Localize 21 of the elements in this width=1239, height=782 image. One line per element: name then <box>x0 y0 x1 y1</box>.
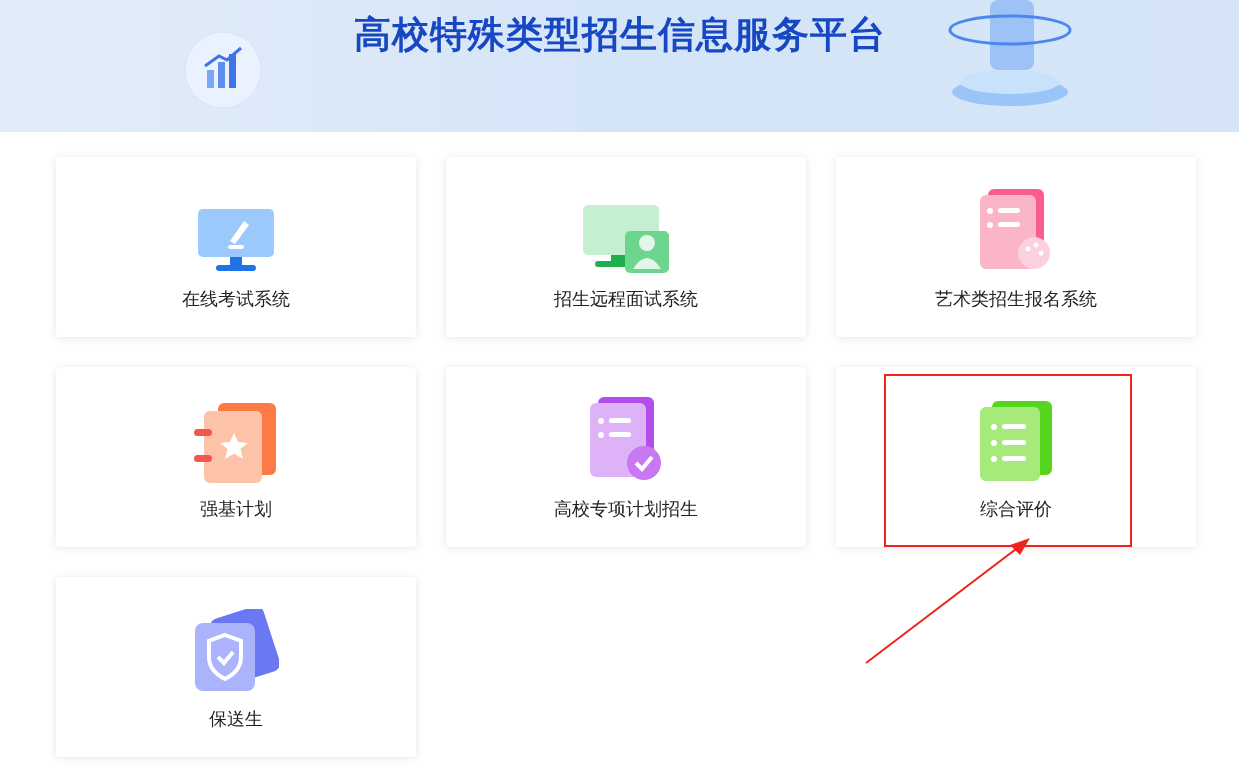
document-list-icon <box>978 401 1054 483</box>
notebook-star-icon <box>194 403 278 483</box>
document-check-icon <box>588 397 664 483</box>
card-label: 艺术类招生报名系统 <box>935 287 1097 311</box>
card-label: 招生远程面试系统 <box>554 287 698 311</box>
card-label: 综合评价 <box>980 497 1052 521</box>
system-card[interactable]: 保送生 <box>56 577 416 757</box>
system-card[interactable]: 综合评价 <box>836 367 1196 547</box>
shield-check-icon <box>193 609 279 693</box>
card-label: 保送生 <box>209 707 263 731</box>
card-label: 高校专项计划招生 <box>554 497 698 521</box>
system-card[interactable]: 招生远程面试系统 <box>446 157 806 337</box>
monitor-pen-icon <box>196 207 276 273</box>
card-label: 强基计划 <box>200 497 272 521</box>
system-card[interactable]: 在线考试系统 <box>56 157 416 337</box>
system-card[interactable]: 强基计划 <box>56 367 416 547</box>
system-card[interactable]: 艺术类招生报名系统 <box>836 157 1196 337</box>
system-card[interactable]: 高校专项计划招生 <box>446 367 806 547</box>
banner-title: 高校特殊类型招生信息服务平台 <box>352 12 887 58</box>
monitor-person-icon <box>581 203 671 273</box>
card-label: 在线考试系统 <box>182 287 290 311</box>
